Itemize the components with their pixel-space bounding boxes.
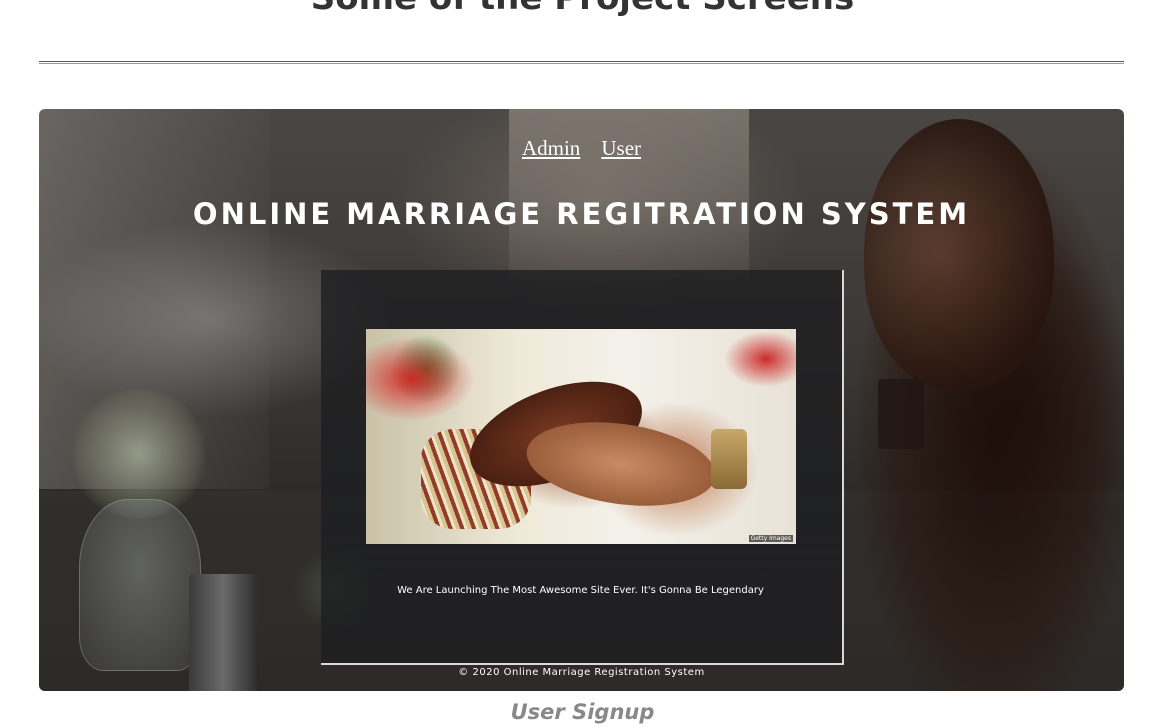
wedding-hands-image: Getty Images [366, 329, 796, 544]
page: Some of the Project Screens Admin User O… [0, 0, 1165, 727]
divider [39, 61, 1124, 64]
site-title: ONLINE MARRIAGE REGITRATION SYSTEM [192, 197, 971, 231]
top-nav: Admin User [39, 136, 1124, 161]
image-credit: Getty Images [748, 535, 793, 542]
section-heading: Some of the Project Screens [0, 0, 1165, 18]
watch-detail [711, 429, 747, 489]
nav-link-admin[interactable]: Admin [522, 136, 580, 160]
hero-card: Getty Images We Are Launching The Most A… [321, 270, 844, 665]
tagline: We Are Launching The Most Awesome Site E… [397, 585, 764, 596]
footer-copyright: © 2020 Online Marriage Registration Syst… [458, 667, 705, 678]
background-vase [79, 499, 201, 671]
background-window [509, 109, 749, 279]
project-screenshot: Admin User ONLINE MARRIAGE REGITRATION S… [39, 109, 1124, 691]
screen-caption: User Signup [510, 700, 655, 724]
nav-link-user[interactable]: User [601, 136, 641, 160]
